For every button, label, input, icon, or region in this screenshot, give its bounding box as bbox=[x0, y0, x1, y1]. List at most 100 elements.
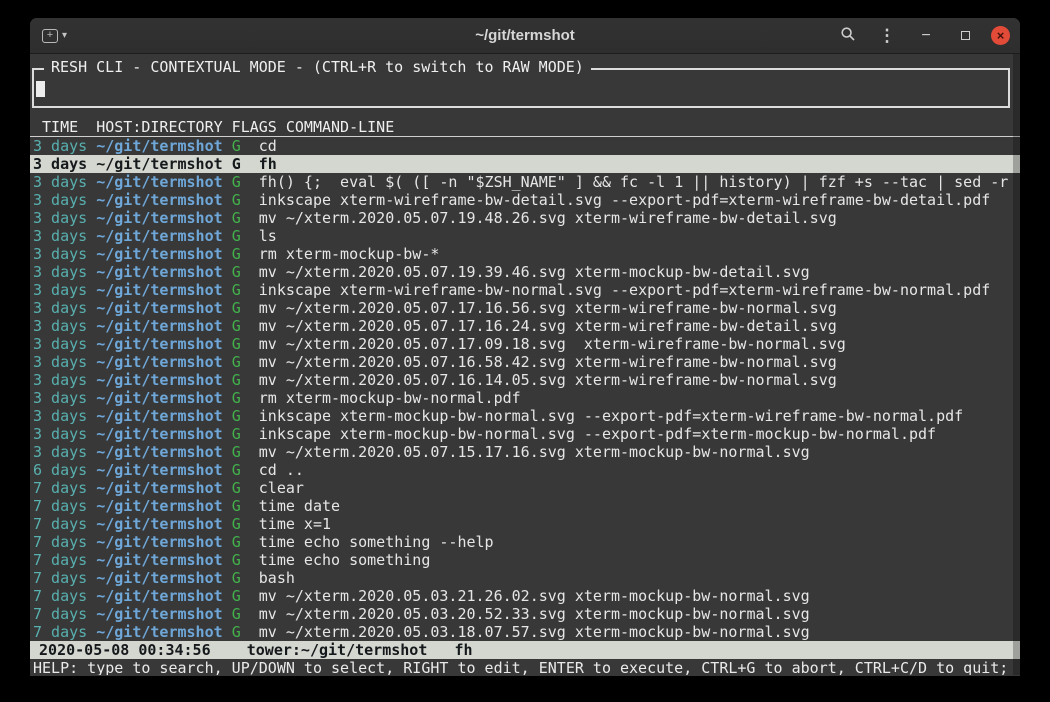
history-command: inkscape xterm-mockup-bw-normal.svg --ex… bbox=[259, 407, 963, 425]
history-flags: G bbox=[232, 353, 241, 371]
history-flags: G bbox=[232, 317, 241, 335]
history-flags: G bbox=[232, 173, 241, 191]
history-flags: G bbox=[232, 533, 241, 551]
history-row[interactable]: 3 days ~/git/termshot G fh() {; eval $( … bbox=[30, 173, 1020, 191]
history-row[interactable]: 3 days ~/git/termshot G mv ~/xterm.2020.… bbox=[30, 443, 1020, 461]
history-command: mv ~/xterm.2020.05.07.17.09.18.svg xterm… bbox=[259, 335, 846, 353]
history-flags: G bbox=[232, 389, 241, 407]
history-time: 7 days bbox=[33, 533, 87, 551]
history-row[interactable]: 3 days ~/git/termshot G fh bbox=[30, 155, 1020, 173]
history-host: ~/git/termshot bbox=[96, 353, 222, 371]
history-flags: G bbox=[232, 443, 241, 461]
history-row[interactable]: 7 days ~/git/termshot G time echo someth… bbox=[30, 533, 1020, 551]
history-host: ~/git/termshot bbox=[96, 191, 222, 209]
history-flags: G bbox=[232, 551, 241, 569]
history-flags: G bbox=[232, 137, 241, 155]
search-icon bbox=[840, 26, 856, 45]
history-host: ~/git/termshot bbox=[96, 479, 222, 497]
history-row[interactable]: 7 days ~/git/termshot G mv ~/xterm.2020.… bbox=[30, 623, 1020, 641]
history-list: 3 days ~/git/termshot G cd3 days ~/git/t… bbox=[30, 137, 1020, 641]
titlebar[interactable]: + ▾ ~/git/termshot ⋮ − bbox=[30, 18, 1020, 54]
history-time: 3 days bbox=[33, 155, 87, 173]
history-row[interactable]: 7 days ~/git/termshot G mv ~/xterm.2020.… bbox=[30, 587, 1020, 605]
history-host: ~/git/termshot bbox=[96, 245, 222, 263]
history-time: 3 days bbox=[33, 137, 87, 155]
history-row[interactable]: 3 days ~/git/termshot G mv ~/xterm.2020.… bbox=[30, 317, 1020, 335]
history-command: time echo something --help bbox=[259, 533, 494, 551]
history-flags: G bbox=[232, 623, 241, 641]
history-host: ~/git/termshot bbox=[96, 551, 222, 569]
history-row[interactable]: 3 days ~/git/termshot G rm xterm-mockup-… bbox=[30, 389, 1020, 407]
history-flags: G bbox=[232, 335, 241, 353]
history-row[interactable]: 3 days ~/git/termshot G mv ~/xterm.2020.… bbox=[30, 353, 1020, 371]
history-host: ~/git/termshot bbox=[96, 407, 222, 425]
history-command: cd bbox=[259, 137, 277, 155]
history-row[interactable]: 3 days ~/git/termshot G mv ~/xterm.2020.… bbox=[30, 335, 1020, 353]
scrollbar[interactable] bbox=[1013, 54, 1020, 675]
history-command: mv ~/xterm.2020.05.07.19.39.46.svg xterm… bbox=[259, 263, 810, 281]
history-time: 3 days bbox=[33, 335, 87, 353]
history-flags: G bbox=[232, 227, 241, 245]
history-row[interactable]: 7 days ~/git/termshot G time x=1 bbox=[30, 515, 1020, 533]
history-row[interactable]: 3 days ~/git/termshot G inkscape xterm-m… bbox=[30, 407, 1020, 425]
history-host: ~/git/termshot bbox=[96, 209, 222, 227]
history-row[interactable]: 7 days ~/git/termshot G clear bbox=[30, 479, 1020, 497]
history-time: 6 days bbox=[33, 461, 87, 479]
history-command: mv ~/xterm.2020.05.03.18.07.57.svg xterm… bbox=[259, 623, 810, 641]
history-flags: G bbox=[232, 281, 241, 299]
history-time: 3 days bbox=[33, 371, 87, 389]
history-time: 7 days bbox=[33, 569, 87, 587]
history-row[interactable]: 6 days ~/git/termshot G cd .. bbox=[30, 461, 1020, 479]
history-row[interactable]: 3 days ~/git/termshot G mv ~/xterm.2020.… bbox=[30, 263, 1020, 281]
history-row[interactable]: 3 days ~/git/termshot G inkscape xterm-w… bbox=[30, 281, 1020, 299]
restore-icon bbox=[961, 31, 970, 40]
menu-button[interactable]: ⋮ bbox=[874, 23, 900, 49]
search-box: RESH CLI - CONTEXTUAL MODE - (CTRL+R to … bbox=[32, 68, 1010, 108]
history-row[interactable]: 7 days ~/git/termshot G time date bbox=[30, 497, 1020, 515]
text-cursor bbox=[36, 81, 45, 97]
history-command: time echo something bbox=[259, 551, 431, 569]
history-flags: G bbox=[232, 461, 241, 479]
restore-button[interactable] bbox=[952, 23, 978, 49]
terminal-window: + ▾ ~/git/termshot ⋮ − bbox=[30, 18, 1020, 676]
history-flags: G bbox=[232, 245, 241, 263]
history-time: 3 days bbox=[33, 443, 87, 461]
history-command: fh() {; eval $( ([ -n "$ZSH_NAME" ] && f… bbox=[259, 173, 1009, 191]
new-tab-icon: + bbox=[42, 29, 58, 43]
history-host: ~/git/termshot bbox=[96, 569, 222, 587]
history-time: 7 days bbox=[33, 515, 87, 533]
history-row[interactable]: 3 days ~/git/termshot G mv ~/xterm.2020.… bbox=[30, 299, 1020, 317]
terminal-content[interactable]: RESH CLI - CONTEXTUAL MODE - (CTRL+R to … bbox=[30, 54, 1020, 675]
history-flags: G bbox=[232, 299, 241, 317]
history-flags: G bbox=[232, 569, 241, 587]
history-flags: G bbox=[232, 497, 241, 515]
history-row[interactable]: 3 days ~/git/termshot G inkscape xterm-m… bbox=[30, 425, 1020, 443]
history-row[interactable]: 7 days ~/git/termshot G mv ~/xterm.2020.… bbox=[30, 605, 1020, 623]
history-row[interactable]: 7 days ~/git/termshot G bash bbox=[30, 569, 1020, 587]
history-command: inkscape xterm-mockup-bw-normal.svg --ex… bbox=[259, 425, 936, 443]
history-command: inkscape xterm-wireframe-bw-normal.svg -… bbox=[259, 281, 991, 299]
search-box-title: RESH CLI - CONTEXTUAL MODE - (CTRL+R to … bbox=[44, 58, 591, 76]
history-host: ~/git/termshot bbox=[96, 299, 222, 317]
history-row[interactable]: 3 days ~/git/termshot G ls bbox=[30, 227, 1020, 245]
history-time: 7 days bbox=[33, 623, 87, 641]
history-row[interactable]: 3 days ~/git/termshot G mv ~/xterm.2020.… bbox=[30, 371, 1020, 389]
history-row[interactable]: 3 days ~/git/termshot G rm xterm-mockup-… bbox=[30, 245, 1020, 263]
minimize-button[interactable]: − bbox=[913, 23, 939, 49]
history-row[interactable]: 3 days ~/git/termshot G cd bbox=[30, 137, 1020, 155]
history-time: 3 days bbox=[33, 227, 87, 245]
history-time: 3 days bbox=[33, 263, 87, 281]
close-button[interactable]: × bbox=[991, 26, 1010, 45]
history-time: 3 days bbox=[33, 353, 87, 371]
new-tab-button[interactable]: + ▾ bbox=[40, 23, 69, 49]
history-host: ~/git/termshot bbox=[96, 443, 222, 461]
search-button[interactable] bbox=[835, 23, 861, 49]
history-row[interactable]: 7 days ~/git/termshot G time echo someth… bbox=[30, 551, 1020, 569]
history-row[interactable]: 3 days ~/git/termshot G mv ~/xterm.2020.… bbox=[30, 209, 1020, 227]
history-flags: G bbox=[232, 479, 241, 497]
history-host: ~/git/termshot bbox=[96, 371, 222, 389]
history-command: ls bbox=[259, 227, 277, 245]
minimize-icon: − bbox=[921, 27, 930, 45]
history-row[interactable]: 3 days ~/git/termshot G inkscape xterm-w… bbox=[30, 191, 1020, 209]
history-time: 3 days bbox=[33, 173, 87, 191]
